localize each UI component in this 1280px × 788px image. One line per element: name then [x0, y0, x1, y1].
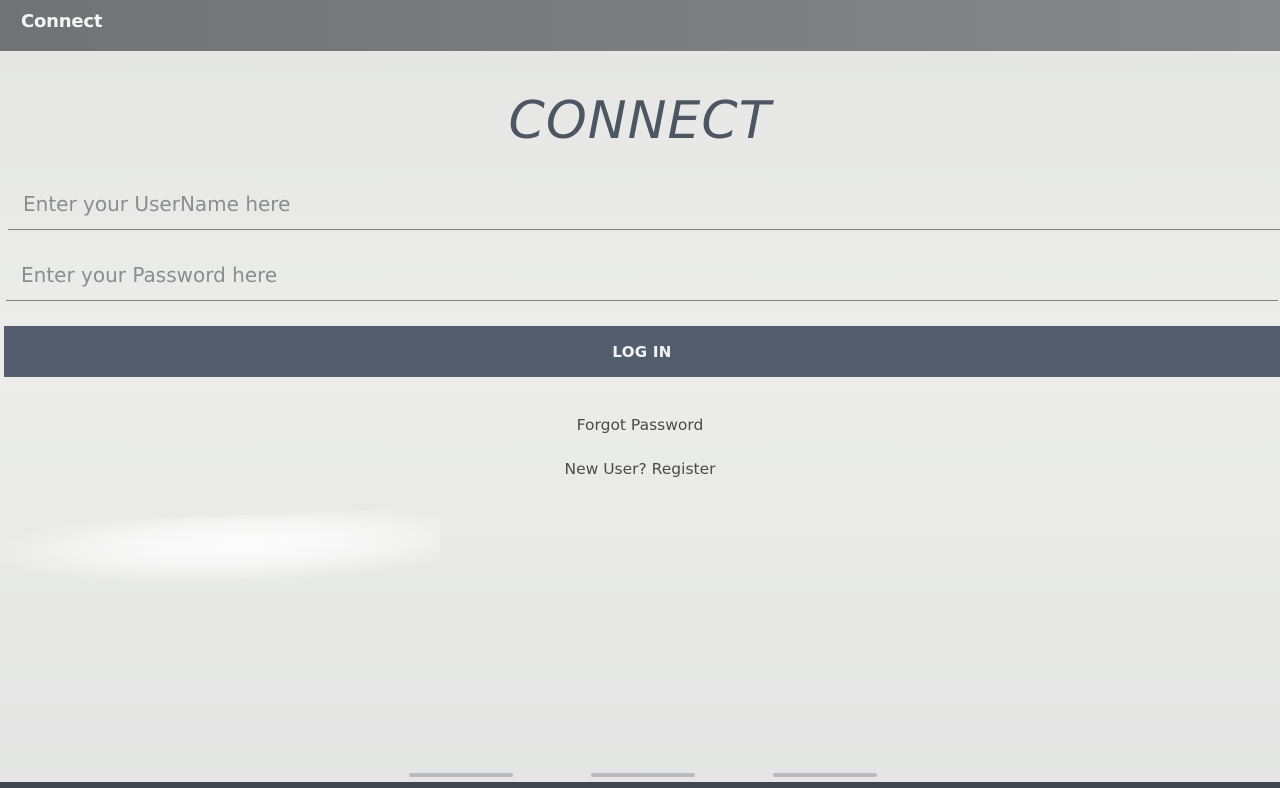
app-bar: Connect: [0, 0, 1280, 51]
forgot-password-link[interactable]: Forgot Password: [0, 416, 1280, 434]
register-link[interactable]: New User? Register: [0, 460, 1280, 478]
nav-hint-bar: [773, 773, 877, 777]
navigation-hints: [0, 773, 1280, 779]
login-button[interactable]: LOG IN: [4, 326, 1280, 377]
nav-hint-bar: [409, 773, 513, 777]
screen-glare: [0, 508, 440, 589]
login-heading: CONNECT: [508, 91, 772, 151]
app-bar-title: Connect: [21, 11, 103, 32]
username-field: [8, 180, 1280, 230]
password-input[interactable]: [21, 259, 1221, 291]
screen-bottom-edge: [0, 782, 1280, 788]
login-screen: CONNECT LOG IN Forgot Password New User?…: [0, 51, 1280, 782]
password-field: [6, 251, 1278, 301]
nav-hint-bar: [591, 773, 695, 777]
username-input[interactable]: [23, 188, 1223, 220]
